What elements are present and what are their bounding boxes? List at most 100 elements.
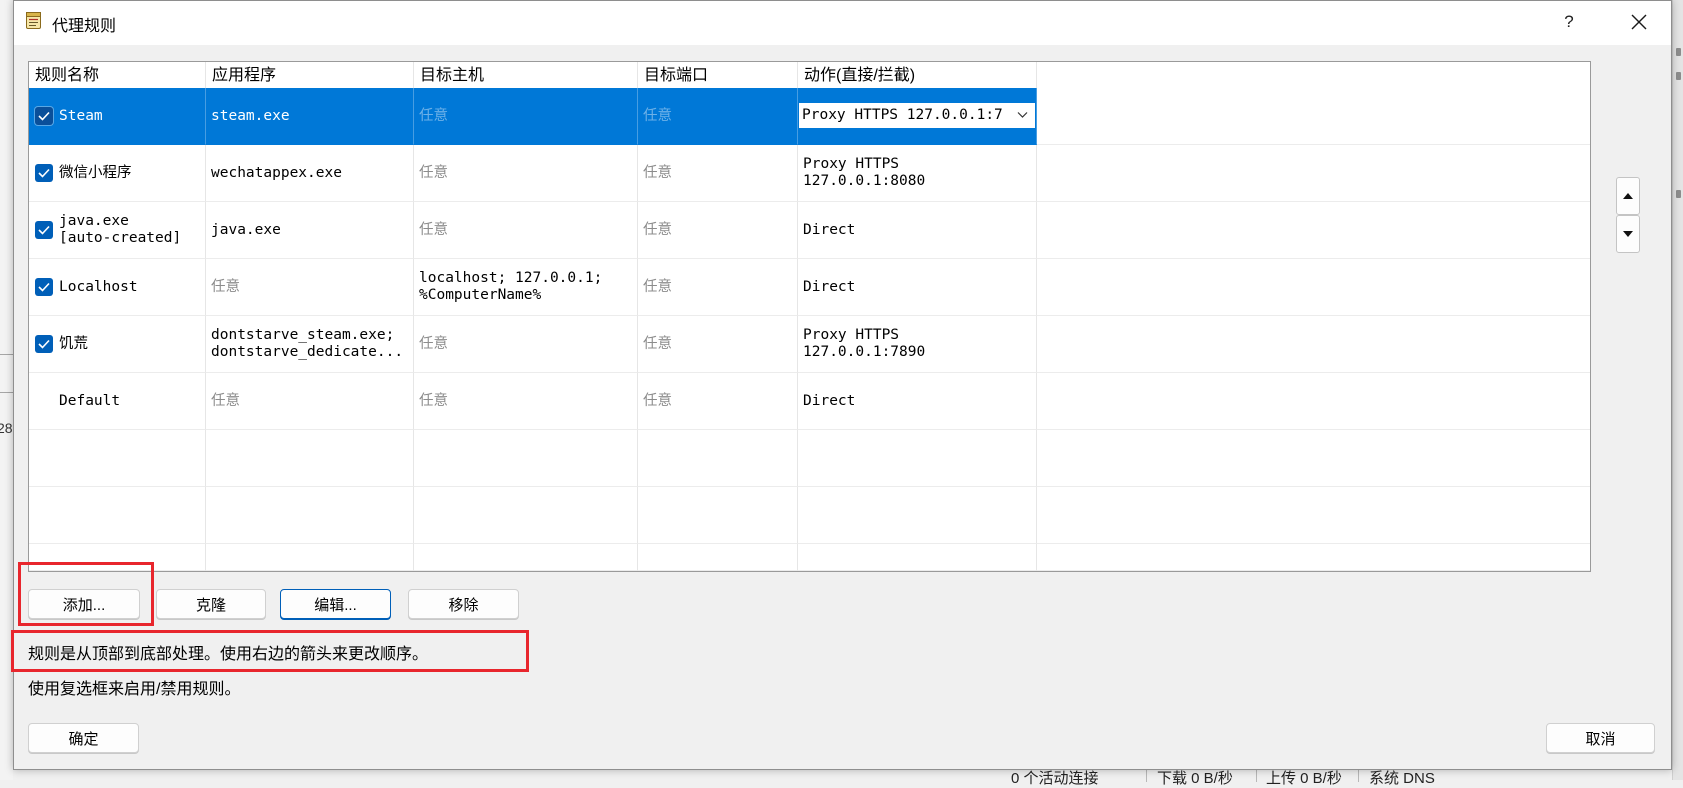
name-text: 微信小程序 [59,164,132,181]
applications-cell[interactable]: steam.exe [206,88,414,145]
status-dns: 系统 DNS [1369,770,1435,787]
target-hosts-cell[interactable]: 任意 [414,88,638,145]
target-ports-cell[interactable]: 任意 [638,373,798,430]
title-bar[interactable] [14,1,1671,45]
row-filler[interactable] [1037,316,1590,373]
action-dropdown[interactable]: Proxy HTTPS 127.0.0.1:7 [799,103,1035,128]
target-ports-cell[interactable]: 任意 [638,202,798,259]
close-button[interactable] [1622,6,1656,38]
target-ports-cell[interactable]: 任意 [638,316,798,373]
rules-table[interactable]: 规则名称 应用程序 目标主机 目标端口 动作(直接/拦截) Steam steam… [28,61,1591,572]
name-text: Default [59,392,121,409]
name-cell[interactable]: 微信小程序 [29,145,206,202]
checkmark-icon [38,225,50,235]
target-hosts-text: localhost; 127.0.0.1; %ComputerName% [419,270,603,303]
enabled-checkbox[interactable] [35,278,53,296]
table-row[interactable]: 微信小程序 wechatappex.exe 任意 任意 Proxy HTTPS 127.… [29,145,1590,202]
target-ports-cell[interactable]: 任意 [638,145,798,202]
column-header-target-hosts[interactable]: 目标主机 [414,62,638,88]
applications-cell[interactable]: java.exe [206,202,414,259]
applications-cell[interactable]: dontstarve_steam.exe; dontstarve_dedicat… [206,316,414,373]
enabled-checkbox[interactable] [35,221,53,239]
action-cell[interactable]: Direct [798,373,1037,430]
table-row[interactable]: java.exe [auto-created] java.exe 任意 任意 Direc… [29,202,1590,259]
empty-table-row[interactable] [29,487,1590,544]
target-hosts-text: 任意 [419,107,448,124]
table-row[interactable]: Steam steam.exe 任意 任意 Proxy HTTPS 127.0.0.1:… [29,88,1590,145]
help-button[interactable]: ? [1552,6,1586,38]
cancel-button[interactable]: 取消 [1546,723,1655,753]
target-hosts-cell[interactable]: 任意 [414,145,638,202]
applications-text: 任意 [211,278,240,295]
checkmark-icon [38,339,50,349]
applications-cell[interactable]: wechatappex.exe [206,145,414,202]
empty-table-row[interactable] [29,544,1590,571]
name-cell[interactable]: Steam [29,88,206,145]
applications-text: dontstarve_steam.exe; dontstarve_dedicat… [211,327,404,360]
enabled-checkbox[interactable] [35,164,53,182]
column-header-action[interactable]: 动作(直接/拦截) [798,62,1037,88]
status-connections: 0 个活动连接 [1011,770,1099,787]
annotation-box-add-button [18,562,154,626]
checkmark-icon [38,111,50,121]
annotation-box-order-hint [11,630,529,672]
table-body: Steam steam.exe 任意 任意 Proxy HTTPS 127.0.0.1:… [29,88,1590,430]
column-header-applications[interactable]: 应用程序 [206,62,414,88]
name-cell[interactable]: java.exe [auto-created] [29,202,206,259]
target-hosts-cell[interactable]: 任意 [414,373,638,430]
table-row[interactable]: Localhost 任意 localhost; 127.0.0.1; %Comput… [29,259,1590,316]
name-cell[interactable]: Localhost [29,259,206,316]
remove-button[interactable]: 移除 [408,589,519,619]
dialog-title: 代理规则 [52,18,117,35]
applications-cell[interactable]: 任意 [206,373,414,430]
table-header: 规则名称 应用程序 目标主机 目标端口 动作(直接/拦截) [29,62,1590,88]
column-header-rule-name[interactable]: 规则名称 [29,62,206,88]
row-filler[interactable] [1037,145,1590,202]
target-hosts-cell[interactable]: localhost; 127.0.0.1; %ComputerName% [414,259,638,316]
action-text: Direct [803,221,856,238]
rules-notebook-icon [24,11,43,30]
enabled-checkbox[interactable] [35,107,53,125]
edit-button[interactable]: 编辑... [280,589,391,619]
applications-text: wechatappex.exe [211,164,342,181]
row-filler[interactable] [1037,259,1590,316]
name-text: Localhost [59,278,138,295]
action-text: Proxy HTTPS 127.0.0.1:7890 [803,327,926,360]
action-cell[interactable]: Proxy HTTPS 127.0.0.1:7 [798,88,1037,145]
name-cell[interactable]: 饥荒 [29,316,206,373]
target-hosts-cell[interactable]: 任意 [414,316,638,373]
empty-table-row[interactable] [29,430,1590,487]
action-cell[interactable]: Proxy HTTPS 127.0.0.1:7890 [798,316,1037,373]
target-ports-text: 任意 [643,164,672,181]
arrow-down-icon [1623,231,1633,237]
column-header-target-ports[interactable]: 目标端口 [638,62,798,88]
action-cell[interactable]: Direct [798,202,1037,259]
status-upload: 上传 0 B/秒 [1266,770,1342,787]
target-hosts-text: 任意 [419,392,448,409]
target-ports-cell[interactable]: 任意 [638,259,798,316]
target-hosts-cell[interactable]: 任意 [414,202,638,259]
status-download: 下载 0 B/秒 [1157,770,1233,787]
move-down-button[interactable] [1616,215,1640,253]
name-cell[interactable]: Default [29,373,206,430]
action-text: Direct [803,278,856,295]
action-text: Direct [803,392,856,409]
move-up-button[interactable] [1616,177,1640,215]
applications-cell[interactable]: 任意 [206,259,414,316]
clone-button[interactable]: 克隆 [156,589,266,619]
target-ports-text: 任意 [643,392,672,409]
column-header-filler [1037,62,1590,88]
row-filler[interactable] [1037,202,1590,259]
row-filler[interactable] [1037,373,1590,430]
target-ports-cell[interactable]: 任意 [638,88,798,145]
name-text: 饥荒 [59,335,88,352]
applications-text: steam.exe [211,107,290,124]
enabled-checkbox[interactable] [35,335,53,353]
action-cell[interactable]: Direct [798,259,1037,316]
action-cell[interactable]: Proxy HTTPS 127.0.0.1:8080 [798,145,1037,202]
target-hosts-text: 任意 [419,221,448,238]
table-row[interactable]: Default 任意 任意 任意 Direct [29,373,1590,430]
row-filler[interactable] [1037,88,1590,145]
table-row[interactable]: 饥荒 dontstarve_steam.exe; dontstarve_dedic… [29,316,1590,373]
ok-button[interactable]: 确定 [28,723,139,753]
